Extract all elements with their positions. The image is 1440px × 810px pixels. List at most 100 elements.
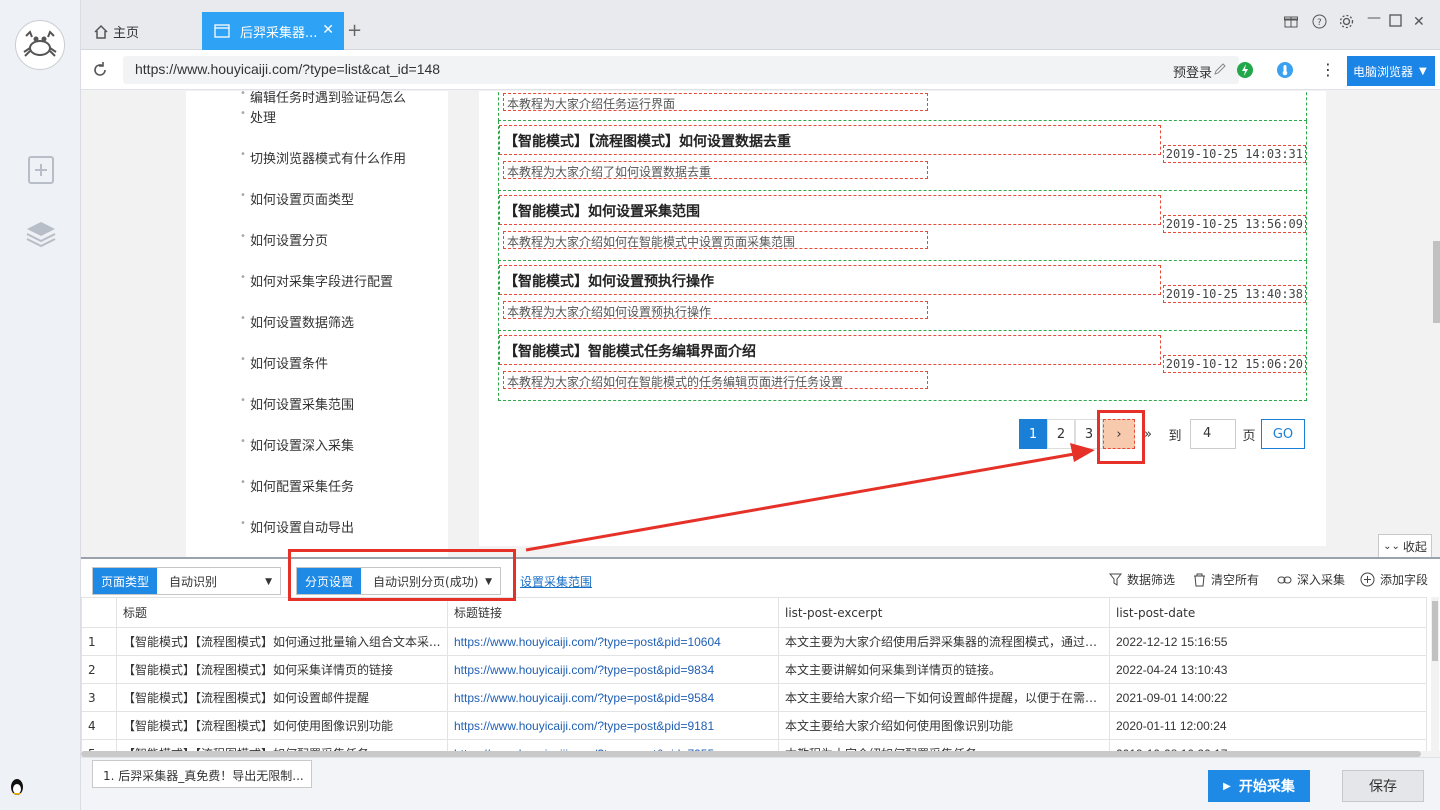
page-type-value: 自动识别 xyxy=(169,574,218,589)
post-excerpt: 本教程为大家介绍任务运行界面 xyxy=(503,93,928,111)
deep-collect-button[interactable]: 深入采集 xyxy=(1277,571,1345,588)
post-item[interactable]: 【智能模式】智能模式任务编辑界面介绍 2019-10-12 15:06:20 本… xyxy=(498,331,1307,401)
tab-bar: 主页 后羿采集器... ✕ + ? — ✕ xyxy=(81,0,1440,50)
sidebar-link[interactable]: 如何配置采集任务 xyxy=(240,476,354,495)
sidebar-link-continued[interactable]: 处理 xyxy=(240,107,276,126)
annotation-box-next-page xyxy=(1097,410,1145,464)
data-filter-button[interactable]: 数据筛选 xyxy=(1109,571,1175,588)
play-icon: ▶ xyxy=(1223,780,1231,792)
refresh-icon[interactable] xyxy=(91,61,109,79)
cell-link: https://www.houyicaiji.com/?type=post&pi… xyxy=(447,627,779,656)
post-item[interactable]: 本教程为大家介绍任务运行界面 xyxy=(498,91,1307,121)
gift-icon[interactable] xyxy=(1284,14,1298,32)
start-collect-button[interactable]: ▶ 开始采集 xyxy=(1208,770,1310,802)
post-title[interactable]: 【智能模式】【流程图模式】如何设置数据去重 xyxy=(499,125,1161,155)
maximize-icon[interactable] xyxy=(1389,14,1402,31)
crab-logo-icon xyxy=(23,30,57,57)
filter-icon xyxy=(1109,573,1122,586)
post-item[interactable]: 【智能模式】【流程图模式】如何设置数据去重 2019-10-25 14:03:3… xyxy=(498,121,1307,191)
table-row[interactable]: 2 【智能模式】【流程图模式】如何采集详情页的链接 https://www.ho… xyxy=(81,655,1427,684)
sidebar-link[interactable]: 如何设置分页 xyxy=(240,230,328,249)
gear-icon[interactable] xyxy=(1339,14,1354,33)
cell-date: 2019-10-28 10:20:17 xyxy=(1109,739,1427,751)
close-tab-icon[interactable]: ✕ xyxy=(322,22,334,38)
page-2-button[interactable]: 2 xyxy=(1047,419,1075,449)
thermometer-icon[interactable] xyxy=(1276,61,1294,79)
cell-title: 【智能模式】【流程图模式】如何设置邮件提醒 xyxy=(116,683,448,712)
scrollbar-thumb[interactable] xyxy=(1433,241,1440,323)
sidebar-link[interactable]: 如何设置深入采集 xyxy=(240,435,354,454)
new-task-icon[interactable] xyxy=(25,154,57,186)
post-date: 2019-10-25 13:40:38 xyxy=(1162,285,1306,303)
post-excerpt: 本教程为大家介绍如何设置预执行操作 xyxy=(503,301,928,319)
tab-home-label: 主页 xyxy=(113,25,140,41)
column-header[interactable]: 标题链接 xyxy=(447,597,779,628)
cell-date: 2020-01-11 12:00:24 xyxy=(1109,711,1427,740)
sidebar-link[interactable]: 编辑任务时遇到验证码怎么 xyxy=(240,91,406,106)
browser-mode-dropdown[interactable]: 电脑浏览器 ▼ xyxy=(1347,56,1435,86)
table-row[interactable]: 3 【智能模式】【流程图模式】如何设置邮件提醒 https://www.houy… xyxy=(81,683,1427,712)
sidebar-link[interactable]: 如何设置采集范围 xyxy=(240,394,354,413)
clear-all-button[interactable]: 清空所有 xyxy=(1193,571,1259,588)
web-viewport: 编辑任务时遇到验证码怎么 处理 切换浏览器模式有什么作用 如何设置页面类型 如何… xyxy=(81,91,1440,557)
add-field-button[interactable]: 添加字段 xyxy=(1360,571,1428,588)
cell-title: 【智能模式】【流程图模式】如何采集详情页的链接 xyxy=(116,655,448,684)
qq-penguin-icon[interactable] xyxy=(8,778,26,796)
sidebar-link[interactable]: 如何设置数据筛选 xyxy=(240,312,354,331)
add-field-label: 添加字段 xyxy=(1380,573,1429,587)
more-menu-icon[interactable]: ⋮ xyxy=(1320,60,1336,79)
tip-message[interactable]: 1. 后羿采集器_真免费！导出无限制... xyxy=(92,760,312,788)
help-icon[interactable]: ? xyxy=(1312,14,1327,33)
svg-text:?: ? xyxy=(1317,18,1322,28)
clear-all-label: 清空所有 xyxy=(1211,573,1260,587)
post-item[interactable]: 【智能模式】如何设置预执行操作 2019-10-25 13:40:38 本教程为… xyxy=(498,261,1307,331)
post-title[interactable]: 【智能模式】如何设置采集范围 xyxy=(499,195,1161,225)
sidebar-link[interactable]: 如何设置页面类型 xyxy=(240,189,354,208)
speed-icon[interactable] xyxy=(1236,61,1254,79)
column-header[interactable]: list-post-excerpt xyxy=(778,597,1110,628)
column-header[interactable]: list-post-date xyxy=(1109,597,1427,628)
go-button[interactable]: GO xyxy=(1261,419,1305,449)
tab-home[interactable]: 主页 xyxy=(81,12,201,50)
sidebar-link[interactable]: 切换浏览器模式有什么作用 xyxy=(240,148,406,167)
table-scrollbar-thumb[interactable] xyxy=(1432,601,1438,661)
cell-excerpt: 本教程为大家介绍如何配置采集任务 xyxy=(778,739,1110,751)
cell-excerpt: 本文主要讲解如何采集到详情页的链接。 xyxy=(778,655,1110,684)
prelogin-button[interactable]: 预登录 xyxy=(1173,62,1212,81)
post-excerpt: 本教程为大家介绍了如何设置数据去重 xyxy=(503,161,928,179)
page-1-button[interactable]: 1 xyxy=(1019,419,1047,449)
column-header[interactable]: 标题 xyxy=(116,597,448,628)
layers-icon[interactable] xyxy=(25,218,57,250)
table-row[interactable]: 4 【智能模式】【流程图模式】如何使用图像识别功能 https://www.ho… xyxy=(81,711,1427,740)
app-logo[interactable] xyxy=(15,20,65,70)
page-type-select[interactable]: 页面类型 自动识别 ▼ xyxy=(92,567,281,595)
deep-collect-label: 深入采集 xyxy=(1297,573,1346,587)
post-title[interactable]: 【智能模式】如何设置预执行操作 xyxy=(499,265,1161,295)
edit-icon[interactable] xyxy=(1213,62,1227,76)
sidebar-link[interactable]: 如何设置自动导出 xyxy=(240,517,354,536)
minimize-icon[interactable]: — xyxy=(1367,10,1381,26)
page-scrollbar[interactable] xyxy=(1432,91,1440,557)
row-index: 4 xyxy=(81,711,117,740)
table-row[interactable]: 5 【智能模式】【流程图模式】如何配置采集任务 https://www.houy… xyxy=(81,739,1427,751)
table-scrollbar[interactable] xyxy=(1431,597,1439,751)
goto-page-input[interactable]: 4 xyxy=(1190,419,1236,449)
post-title[interactable]: 【智能模式】智能模式任务编辑界面介绍 xyxy=(499,335,1161,365)
row-index: 1 xyxy=(81,627,117,656)
table-row[interactable]: 1 【智能模式】【流程图模式】如何通过批量输入组合文本采... https://… xyxy=(81,627,1427,656)
save-button[interactable]: 保存 xyxy=(1342,770,1424,802)
set-range-link[interactable]: 设置采集范围 xyxy=(520,573,592,590)
post-item[interactable]: 【智能模式】如何设置采集范围 2019-10-25 13:56:09 本教程为大… xyxy=(498,191,1307,261)
new-tab-button[interactable]: + xyxy=(347,20,362,41)
url-field[interactable]: https://www.houyicaiji.com/?type=list&ca… xyxy=(123,56,1239,84)
page-type-label: 页面类型 xyxy=(93,568,158,594)
sidebar-link[interactable]: 如何设置条件 xyxy=(240,353,328,372)
close-window-icon[interactable]: ✕ xyxy=(1413,14,1425,30)
annotation-box-paging xyxy=(288,549,516,601)
tab-active[interactable]: 后羿采集器... ✕ xyxy=(202,12,344,50)
row-index: 2 xyxy=(81,655,117,684)
cell-link: https://www.houyicaiji.com/?type=post&pi… xyxy=(447,711,779,740)
collapse-button[interactable]: ⌄⌄ 收起 xyxy=(1378,534,1432,558)
start-collect-label: 开始采集 xyxy=(1238,779,1295,795)
sidebar-link[interactable]: 如何对采集字段进行配置 xyxy=(240,271,393,290)
